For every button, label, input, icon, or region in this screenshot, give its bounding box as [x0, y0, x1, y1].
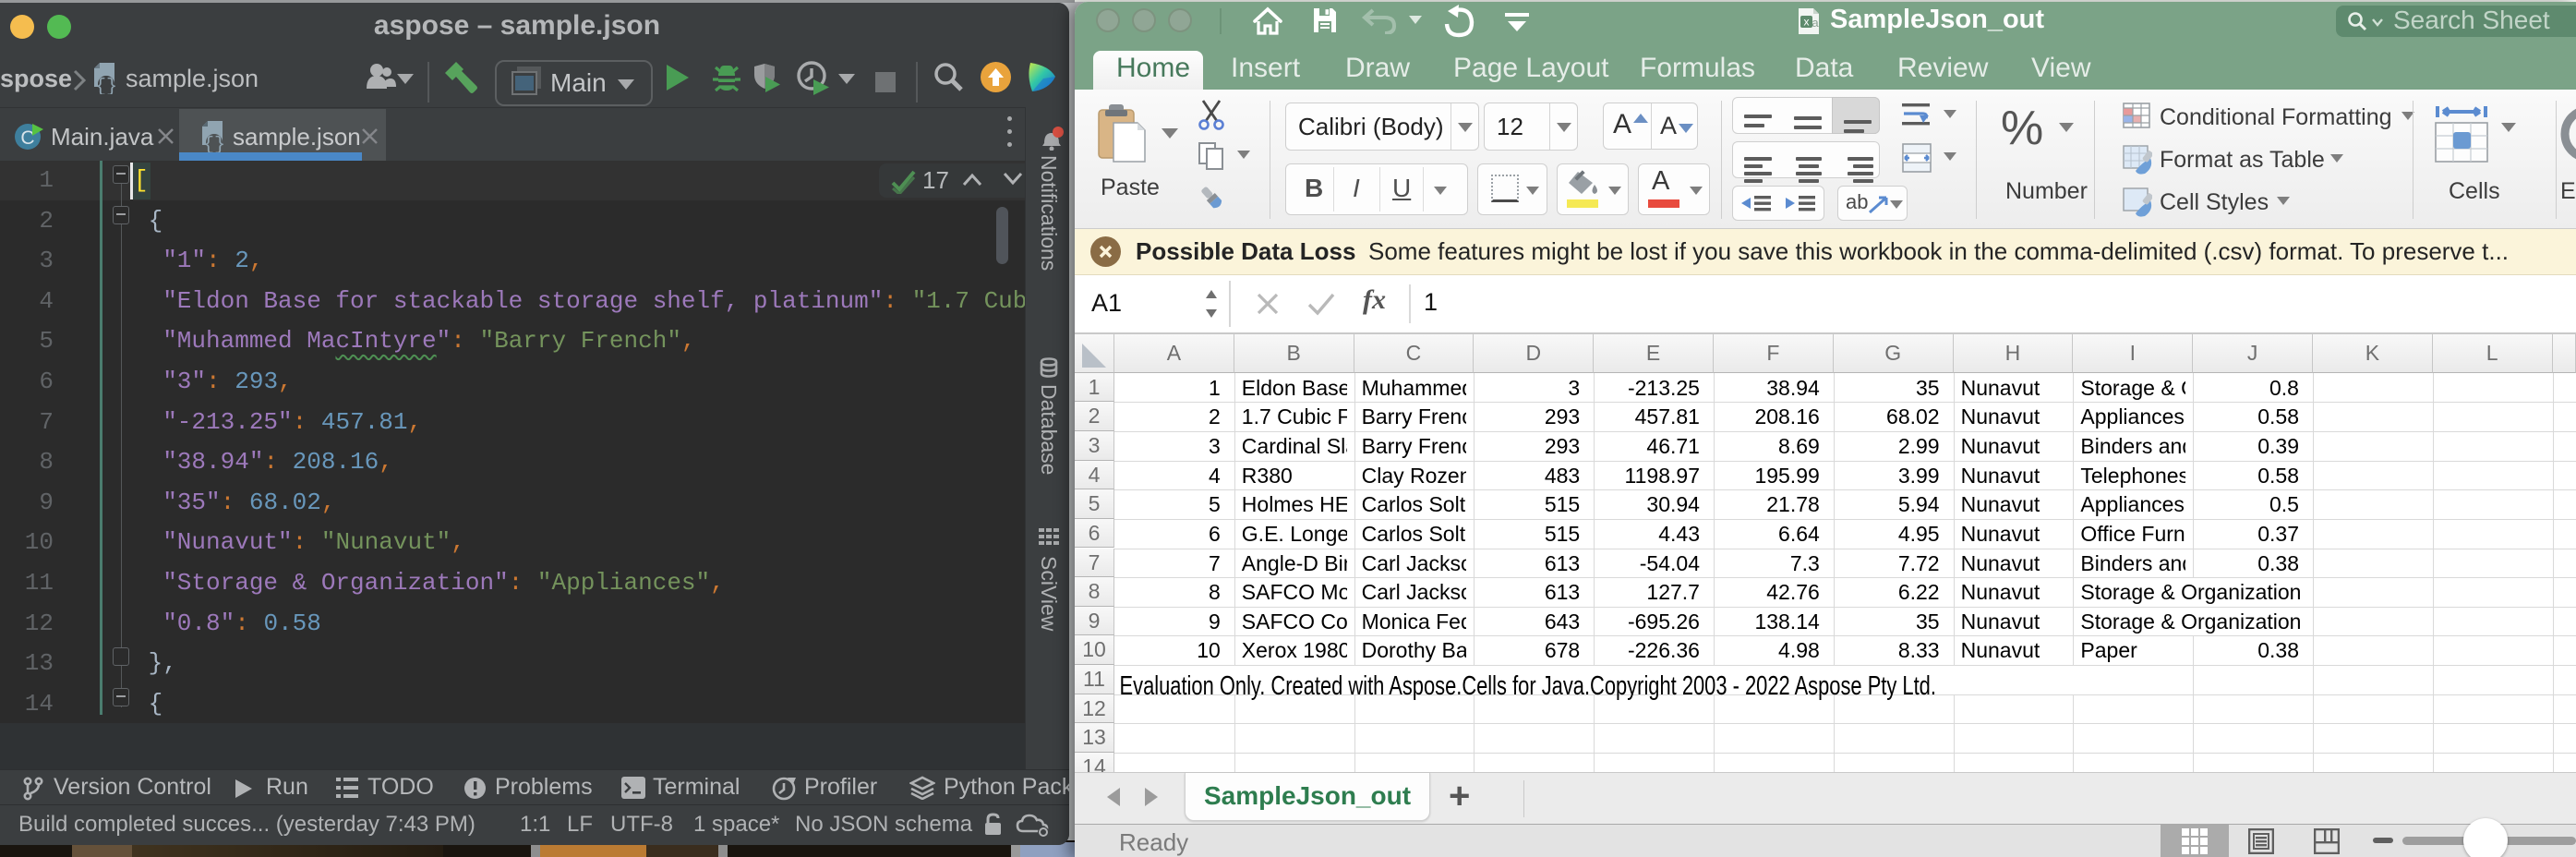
- svg-text:{}: {}: [95, 77, 117, 94]
- svg-text:a: a: [1812, 16, 1819, 30]
- svg-text:{}: {}: [203, 135, 225, 152]
- svg-text:x: x: [1804, 16, 1810, 29]
